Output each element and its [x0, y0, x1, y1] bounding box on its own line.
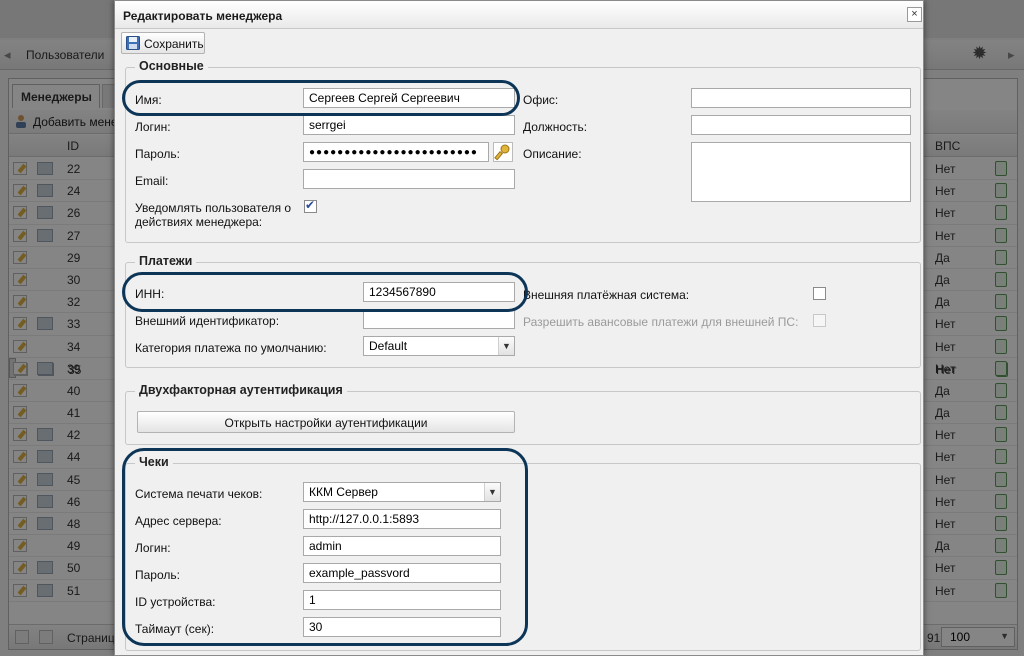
login-label: Логин:: [135, 120, 171, 134]
save-icon: [126, 36, 140, 50]
receipt-password-input[interactable]: example_passvord: [303, 563, 501, 583]
inn-label: ИНН:: [135, 287, 165, 301]
group-receipts-legend: Чеки: [135, 455, 173, 469]
description-textarea[interactable]: [691, 142, 911, 202]
office-input[interactable]: [691, 88, 911, 108]
notify-label-line2: действиях менеджера:: [135, 215, 263, 229]
receipt-login-input[interactable]: admin: [303, 536, 501, 556]
save-button-label: Сохранить: [144, 37, 204, 51]
external-payment-system-label: Внешняя платёжная система:: [523, 288, 690, 302]
group-payments-legend: Платежи: [135, 254, 197, 268]
password-label: Пароль:: [135, 147, 180, 161]
receipt-password-label: Пароль:: [135, 568, 180, 582]
checkmark-icon: ✔: [305, 198, 316, 212]
password-input[interactable]: ●●●●●●●●●●●●●●●●●●●●●●●●: [303, 142, 489, 162]
position-label: Должность:: [523, 120, 588, 134]
external-id-label: Внешний идентификатор:: [135, 314, 280, 328]
edit-manager-dialog: Редактировать менеджера × Сохранить Осно…: [114, 0, 924, 656]
notify-label-line1: Уведомлять пользователя о: [135, 201, 292, 215]
chevron-down-icon: ▼: [484, 483, 500, 501]
save-button[interactable]: Сохранить: [121, 32, 205, 54]
open-auth-settings-button[interactable]: Открыть настройки аутентификации: [137, 411, 515, 433]
email-label: Email:: [135, 174, 169, 188]
login-input[interactable]: serrgei: [303, 115, 515, 135]
device-id-label: ID устройства:: [135, 595, 216, 609]
office-label: Офис:: [523, 93, 559, 107]
timeout-label: Таймаут (сек):: [135, 622, 215, 636]
group-basic-legend: Основные: [135, 59, 208, 73]
chevron-down-icon: ▼: [498, 337, 514, 355]
notify-checkbox[interactable]: ✔: [304, 198, 317, 213]
external-payment-system-checkbox[interactable]: [813, 287, 826, 300]
allow-advance-checkbox[interactable]: [813, 314, 826, 327]
dialog-title-bar: Редактировать менеджера ×: [115, 1, 923, 29]
receipt-system-select[interactable]: ККМ Сервер ▼: [303, 482, 501, 502]
payment-category-value: Default: [369, 339, 408, 353]
description-label: Описание:: [523, 147, 582, 161]
receipt-system-value: ККМ Сервер: [309, 485, 378, 499]
name-label: Имя:: [135, 93, 162, 107]
server-address-label: Адрес сервера:: [135, 514, 222, 528]
receipt-login-label: Логин:: [135, 541, 171, 555]
dialog-title: Редактировать менеджера: [123, 9, 283, 23]
payment-category-select[interactable]: Default ▼: [363, 336, 515, 356]
group-twofa-legend: Двухфакторная аутентификация: [135, 383, 347, 397]
device-id-input[interactable]: 1: [303, 590, 501, 610]
name-input[interactable]: Сергеев Сергей Сергеевич: [303, 88, 515, 108]
allow-advance-label: Разрешить авансовые платежи для внешней …: [523, 315, 799, 329]
server-address-input[interactable]: http://127.0.0.1:5893: [303, 509, 501, 529]
email-input[interactable]: [303, 169, 515, 189]
inn-input[interactable]: 1234567890: [363, 282, 515, 302]
timeout-input[interactable]: 30: [303, 617, 501, 637]
receipt-system-label: Система печати чеков:: [135, 487, 263, 501]
position-input[interactable]: [691, 115, 911, 135]
group-receipts: Чеки: [125, 455, 921, 651]
external-id-input[interactable]: [363, 309, 515, 329]
key-icon[interactable]: [493, 142, 513, 162]
close-icon[interactable]: ×: [907, 7, 922, 22]
payment-category-label: Категория платежа по умолчанию:: [135, 341, 327, 355]
